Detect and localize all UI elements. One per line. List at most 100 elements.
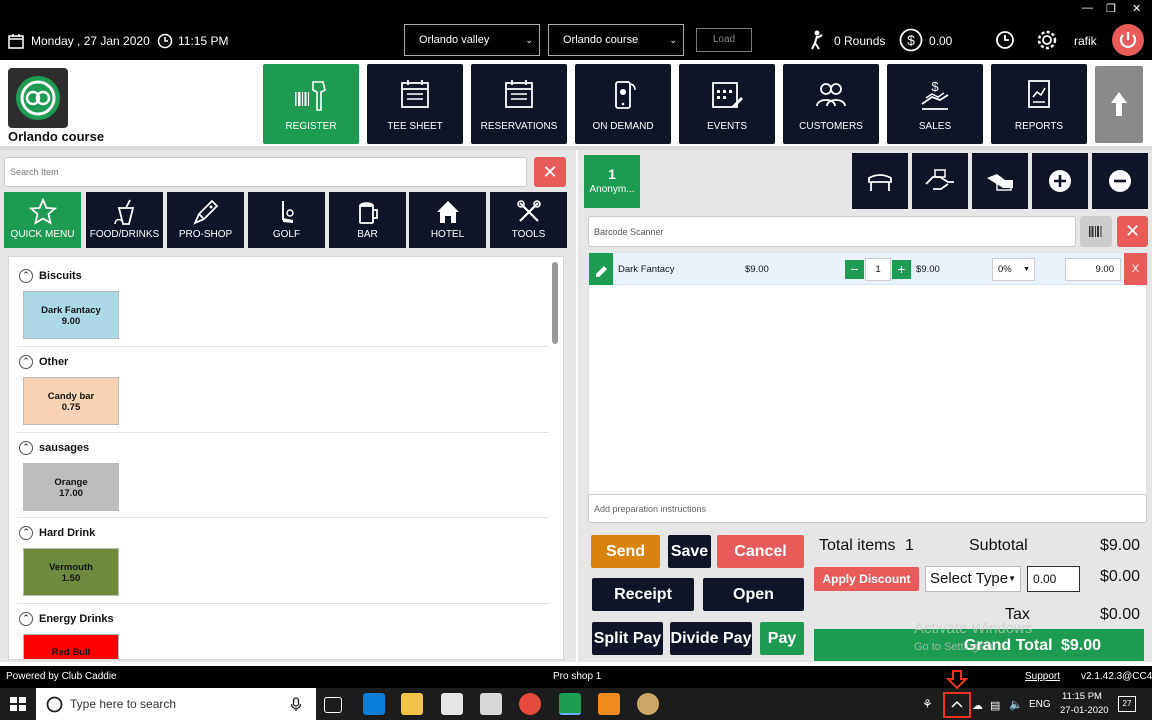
load-button[interactable]: Load (696, 28, 752, 52)
course-select[interactable]: Orlando course ⌄ (548, 24, 684, 56)
restore-icon[interactable]: ❐ (1106, 2, 1116, 15)
close-window-icon[interactable]: ✕ (1132, 2, 1141, 15)
taskbar-search[interactable]: Type here to search (36, 688, 316, 720)
nav-register[interactable]: REGISTER (263, 64, 359, 144)
category-quick-menu[interactable]: QUICK MENU (4, 192, 81, 248)
microphone-icon[interactable] (290, 697, 302, 712)
customer-tab[interactable]: 1 Anonym... (584, 155, 640, 208)
search-input[interactable]: Search Item (4, 157, 527, 187)
divide-pay-button[interactable]: Divide Pay (670, 622, 752, 655)
customers-icon (783, 78, 879, 112)
discount-select[interactable]: 0% ▼ (992, 258, 1035, 281)
clear-barcode-button[interactable]: ✕ (1117, 216, 1148, 247)
task-view-icon[interactable] (324, 697, 342, 713)
discount-value-input[interactable]: 0.00 (1027, 566, 1080, 592)
receipt-button[interactable]: Receipt (592, 578, 694, 611)
location-select[interactable]: Orlando valley ⌄ (404, 24, 540, 56)
group-header[interactable]: ⌃ Hard Drink (19, 526, 95, 540)
nav-reports[interactable]: REPORTS (991, 64, 1087, 144)
handshake-button[interactable] (912, 153, 968, 209)
nav-sales[interactable]: $ SALES (887, 64, 983, 144)
cash-amount: 0.00 (929, 34, 953, 48)
file-explorer-icon[interactable] (401, 693, 423, 715)
category-tools[interactable]: TOOLS (490, 192, 567, 248)
item-tile[interactable]: Vermouth 1.50 (23, 548, 119, 596)
quantity-input[interactable]: 1 (865, 258, 891, 281)
decrease-qty-button[interactable]: − (845, 260, 864, 279)
nav-tee-sheet[interactable]: TEE SHEET (367, 64, 463, 144)
increase-qty-button[interactable]: + (892, 260, 911, 279)
taskbar-time[interactable]: 11:15 PM (1062, 691, 1102, 702)
group-header[interactable]: ⌃ Other (19, 355, 68, 369)
barcode-button[interactable] (1080, 216, 1112, 247)
history-icon[interactable] (995, 30, 1015, 50)
save-button[interactable]: Save (668, 535, 711, 568)
cart-row[interactable]: Dark Fantacy $9.00 − 1 + $9.00 0% ▼ 9.00 … (588, 252, 1147, 285)
table-button[interactable] (852, 153, 908, 209)
category-golf[interactable]: GOLF (248, 192, 325, 248)
support-link[interactable]: Support (1025, 671, 1060, 682)
send-button[interactable]: Send (591, 535, 660, 568)
open-button[interactable]: Open (703, 578, 804, 611)
minimize-icon[interactable]: — (1082, 2, 1093, 14)
group-header[interactable]: ⌃ Energy Drinks (19, 612, 114, 626)
nav-customers[interactable]: CUSTOMERS (783, 64, 879, 144)
network-icon[interactable]: ▤ (990, 699, 1000, 712)
minus-circle-icon (1109, 170, 1131, 192)
item-tile[interactable]: Red Bull (23, 634, 119, 659)
power-button[interactable] (1112, 24, 1144, 56)
category-food-drinks[interactable]: FOOD/DRINKS (86, 192, 163, 248)
store-icon[interactable] (441, 693, 463, 715)
collapse-icon: ⌃ (19, 269, 33, 283)
volume-icon[interactable]: 🔈 (1009, 698, 1023, 711)
item-tile[interactable]: Candy bar 0.75 (23, 377, 119, 425)
taskbar-date[interactable]: 27-01-2020 (1060, 705, 1109, 716)
pay-button[interactable]: Pay (760, 622, 804, 655)
edit-item-button[interactable] (589, 253, 613, 285)
remove-button[interactable] (1092, 153, 1148, 209)
apply-discount-button[interactable]: Apply Discount (814, 567, 919, 591)
category-hotel[interactable]: HOTEL (409, 192, 486, 248)
show-hidden-icons-button[interactable] (943, 692, 971, 718)
category-pro-shop[interactable]: PRO-SHOP (167, 192, 244, 248)
current-date: Monday , 27 Jan 2020 (31, 34, 150, 48)
onedrive-icon[interactable]: ☁ (972, 699, 983, 712)
group-divider (17, 517, 549, 518)
sublime-icon[interactable] (598, 693, 620, 715)
notification-center-icon[interactable]: 27 (1118, 696, 1136, 712)
group-divider (17, 346, 549, 347)
paint-icon[interactable] (637, 693, 659, 715)
split-pay-button[interactable]: Split Pay (592, 622, 663, 655)
item-tile[interactable]: Dark Fantacy 9.00 (23, 291, 119, 339)
collapse-header-button[interactable] (1095, 66, 1143, 143)
discount-type-select[interactable]: Select Type ▼ (925, 566, 1021, 592)
mail-icon[interactable] (480, 693, 502, 715)
item-tile[interactable]: Orange 17.00 (23, 463, 119, 511)
cancel-button[interactable]: Cancel (717, 535, 804, 568)
item-list-scrollbar[interactable] (552, 262, 558, 344)
payment-hand-button[interactable] (972, 153, 1028, 209)
nav-events[interactable]: EVENTS (679, 64, 775, 144)
barcode-input[interactable]: Barcode Scanner (588, 216, 1076, 247)
edge-icon[interactable] (363, 693, 385, 715)
remove-item-button[interactable]: X (1124, 253, 1147, 285)
category-bar[interactable]: BAR (329, 192, 406, 248)
nav-on-demand[interactable]: ON DEMAND (575, 64, 671, 144)
group-header[interactable]: ⌃ Biscuits (19, 269, 82, 283)
clear-search-button[interactable]: ✕ (534, 157, 566, 187)
power-icon (1119, 32, 1137, 48)
gear-icon[interactable] (1036, 29, 1058, 51)
amount-input[interactable]: 9.00 (1065, 258, 1121, 281)
group-header[interactable]: ⌃ sausages (19, 441, 89, 455)
club-caddie-task-icon[interactable] (559, 693, 581, 715)
people-icon[interactable]: ⚘ (922, 697, 933, 711)
language-indicator[interactable]: ENG (1029, 699, 1051, 710)
barcode-scanner-icon (263, 78, 359, 112)
chrome-icon[interactable] (519, 693, 541, 715)
prep-instructions-input[interactable]: Add preparation instructions (588, 494, 1147, 523)
add-button[interactable] (1032, 153, 1088, 209)
chevron-down-icon: ▼ (1008, 574, 1016, 583)
close-icon: ✕ (1124, 221, 1141, 241)
nav-reservations[interactable]: RESERVATIONS (471, 64, 567, 144)
start-button[interactable] (0, 688, 36, 720)
